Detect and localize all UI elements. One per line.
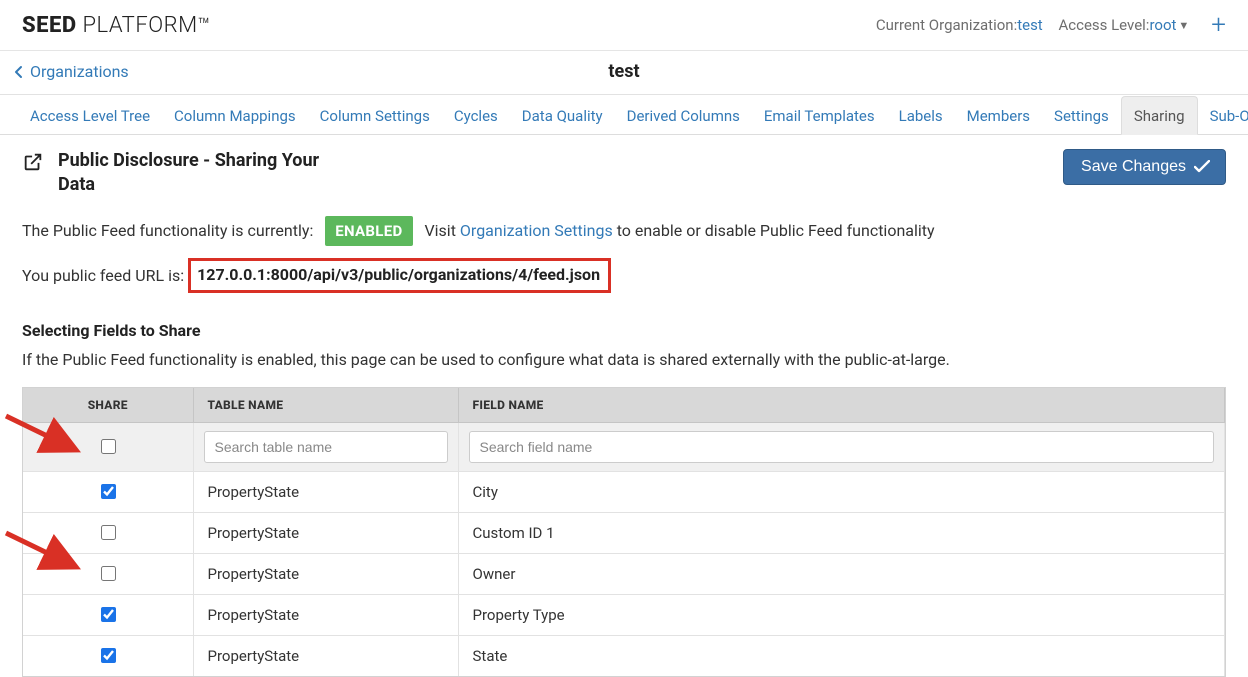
fields-table: SHARE TABLE NAME FIELD NAME <box>23 388 1225 676</box>
search-field-name-input[interactable] <box>469 431 1215 463</box>
heading-text: Public Disclosure - Sharing Your Data <box>58 149 338 198</box>
col-tname: TABLE NAME <box>193 388 458 423</box>
tname-cell: PropertyState <box>193 471 458 512</box>
fname-cell: Property Type <box>458 594 1225 635</box>
access-link[interactable]: root <box>1149 16 1176 34</box>
tab-access-level-tree[interactable]: Access Level Tree <box>18 97 162 134</box>
brand-light: PLATFORM <box>77 13 198 38</box>
org-settings-link[interactable]: Organization Settings <box>460 221 613 240</box>
brand-tm: ™ <box>198 13 211 37</box>
tname-cell: PropertyState <box>193 512 458 553</box>
top-right: Current Organization: test Access Level:… <box>876 12 1226 38</box>
tabs: Access Level TreeColumn MappingsColumn S… <box>0 95 1248 135</box>
subdesc: If the Public Feed functionality is enab… <box>22 350 1226 369</box>
save-button[interactable]: Save Changes <box>1063 149 1226 185</box>
heading-left: Public Disclosure - Sharing Your Data <box>22 149 338 198</box>
tab-labels[interactable]: Labels <box>887 97 955 134</box>
status-suffix: to enable or disable Public Feed functio… <box>613 221 935 240</box>
share-checkbox[interactable] <box>101 607 116 622</box>
table-body: PropertyStateCityPropertyStateCustom ID … <box>23 422 1225 676</box>
tab-column-mappings[interactable]: Column Mappings <box>162 97 308 134</box>
table-row: PropertyStateOwner <box>23 553 1225 594</box>
table-row: PropertyStateState <box>23 635 1225 676</box>
fname-cell: Owner <box>458 553 1225 594</box>
plus-icon[interactable]: + <box>1211 12 1226 38</box>
share-checkbox[interactable] <box>101 566 116 581</box>
share-checkbox[interactable] <box>101 525 116 540</box>
filter-share-cell <box>23 422 193 471</box>
status-visit: Visit <box>424 221 459 240</box>
fname-cell: State <box>458 635 1225 676</box>
tab-sub-organizations[interactable]: Sub-Organizations <box>1198 97 1248 134</box>
status-line: The Public Feed functionality is current… <box>22 216 1226 246</box>
search-table-name-input[interactable] <box>204 431 448 463</box>
brand: SEED PLATFORM™ <box>22 13 210 38</box>
col-share: SHARE <box>23 388 193 423</box>
tab-cycles[interactable]: Cycles <box>442 97 510 134</box>
fname-cell: Custom ID 1 <box>458 512 1225 553</box>
table-header-row: SHARE TABLE NAME FIELD NAME <box>23 388 1225 423</box>
share-checkbox[interactable] <box>101 484 116 499</box>
tab-members[interactable]: Members <box>955 97 1042 134</box>
org-link[interactable]: test <box>1017 16 1043 34</box>
table-row: PropertyStateCity <box>23 471 1225 512</box>
status-prefix: The Public Feed functionality is current… <box>22 221 313 240</box>
share-cell <box>23 471 193 512</box>
url-prefix: You public feed URL is: <box>22 266 184 285</box>
page-title: test <box>608 61 639 82</box>
status-badge: ENABLED <box>325 216 412 246</box>
tname-cell: PropertyState <box>193 594 458 635</box>
tname-cell: PropertyState <box>193 635 458 676</box>
select-all-checkbox[interactable] <box>101 439 116 454</box>
subhead: Selecting Fields to Share <box>22 321 1226 340</box>
top-bar: SEED PLATFORM™ Current Organization: tes… <box>0 0 1248 51</box>
share-cell <box>23 553 193 594</box>
access-label: Access Level: <box>1058 16 1149 34</box>
share-cell <box>23 594 193 635</box>
breadcrumb-label: Organizations <box>30 62 129 81</box>
table-row: PropertyStateCustom ID 1 <box>23 512 1225 553</box>
tab-email-templates[interactable]: Email Templates <box>752 97 887 134</box>
url-line: You public feed URL is: 127.0.0.1:8000/a… <box>22 258 1226 293</box>
crumb-row: Organizations test <box>0 51 1248 95</box>
chevron-down-icon[interactable]: ▼ <box>1178 19 1189 32</box>
col-fname: FIELD NAME <box>458 388 1225 423</box>
filter-row <box>23 422 1225 471</box>
share-icon <box>22 151 44 177</box>
fname-cell: City <box>458 471 1225 512</box>
tname-cell: PropertyState <box>193 553 458 594</box>
heading-row: Public Disclosure - Sharing Your Data Sa… <box>22 149 1226 198</box>
brand-bold: SEED <box>22 13 77 38</box>
tab-column-settings[interactable]: Column Settings <box>308 97 442 134</box>
table-row: PropertyStateProperty Type <box>23 594 1225 635</box>
share-cell <box>23 512 193 553</box>
table-wrap: SHARE TABLE NAME FIELD NAME <box>22 387 1226 677</box>
content: Public Disclosure - Sharing Your Data Sa… <box>0 135 1248 677</box>
share-checkbox[interactable] <box>101 648 116 663</box>
url-box: 127.0.0.1:8000/api/v3/public/organizatio… <box>188 258 611 293</box>
share-cell <box>23 635 193 676</box>
tab-sharing[interactable]: Sharing <box>1121 96 1198 135</box>
check-icon <box>1194 160 1210 174</box>
tab-data-quality[interactable]: Data Quality <box>510 97 615 134</box>
filter-fname-cell <box>458 422 1225 471</box>
save-button-label: Save Changes <box>1081 158 1186 176</box>
chevron-left-icon <box>14 65 24 79</box>
org-label: Current Organization: <box>876 16 1017 34</box>
breadcrumb-back[interactable]: Organizations <box>14 62 129 81</box>
tab-derived-columns[interactable]: Derived Columns <box>615 97 752 134</box>
tab-settings[interactable]: Settings <box>1042 97 1121 134</box>
filter-tname-cell <box>193 422 458 471</box>
